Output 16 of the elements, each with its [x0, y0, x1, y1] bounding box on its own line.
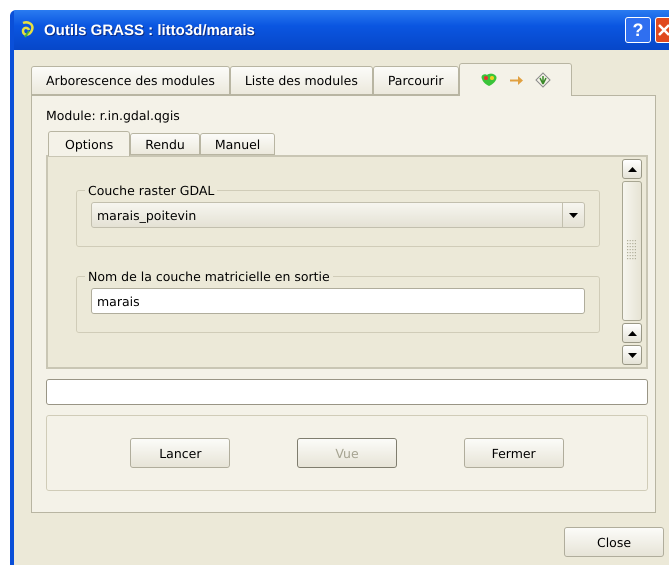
module-label: Module: r.in.gdal.qgis: [46, 108, 181, 123]
tab[interactable]: Parcourir: [372, 66, 459, 95]
tab[interactable]: Options: [48, 131, 130, 156]
close-button[interactable]: Close: [564, 527, 664, 557]
tab[interactable]: Rendu: [130, 133, 200, 155]
tab[interactable]: Liste des modules: [230, 66, 373, 95]
window-title: Outils GRASS : litto3d/marais: [44, 22, 256, 38]
tab[interactable]: Manuel: [200, 133, 276, 155]
input-field[interactable]: marais: [91, 288, 585, 314]
group-title: Couche raster GDAL: [87, 183, 216, 198]
tab[interactable]: Arborescence des modules: [31, 66, 230, 95]
dropdown[interactable]: marais_poitevin: [91, 202, 585, 228]
help-button[interactable]: ?: [625, 17, 651, 43]
action-button[interactable]: Fermer: [464, 438, 564, 468]
group-title: Nom de la couche matricielle en sortie: [87, 269, 331, 284]
action-button[interactable]: Lancer: [130, 438, 230, 468]
